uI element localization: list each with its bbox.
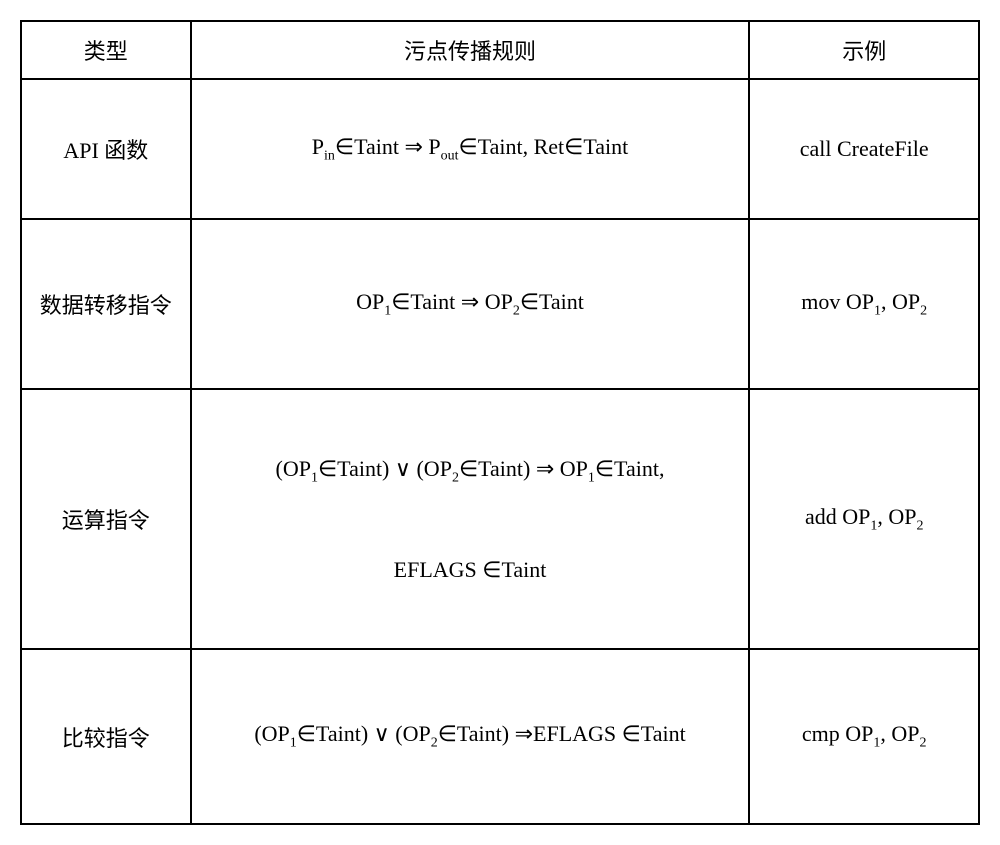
cell-rule: (OP1∈Taint) ∨ (OP2∈Taint) ⇒EFLAGS ∈Taint (191, 649, 750, 824)
cell-type: 比较指令 (21, 649, 191, 824)
rule-line: (OP1∈Taint) ∨ (OP2∈Taint) ⇒ OP1∈Taint, (200, 451, 741, 490)
cell-example: cmp OP1, OP2 (749, 649, 979, 824)
cell-type: 运算指令 (21, 389, 191, 649)
rule-line: EFLAGS ∈Taint (200, 552, 741, 587)
header-rule: 污点传播规则 (191, 21, 750, 79)
cell-type: 数据转移指令 (21, 219, 191, 389)
table-row: 运算指令 (OP1∈Taint) ∨ (OP2∈Taint) ⇒ OP1∈Tai… (21, 389, 979, 649)
header-row: 类型 污点传播规则 示例 (21, 21, 979, 79)
cell-example: add OP1, OP2 (749, 389, 979, 649)
cell-rule: Pin∈Taint ⇒ Pout∈Taint, Ret∈Taint (191, 79, 750, 219)
header-example: 示例 (749, 21, 979, 79)
taint-rules-table: 类型 污点传播规则 示例 API 函数 Pin∈Taint ⇒ Pout∈Tai… (20, 20, 980, 825)
table-row: 比较指令 (OP1∈Taint) ∨ (OP2∈Taint) ⇒EFLAGS ∈… (21, 649, 979, 824)
table-row: API 函数 Pin∈Taint ⇒ Pout∈Taint, Ret∈Taint… (21, 79, 979, 219)
cell-type: API 函数 (21, 79, 191, 219)
cell-rule: (OP1∈Taint) ∨ (OP2∈Taint) ⇒ OP1∈Taint, E… (191, 389, 750, 649)
table-row: 数据转移指令 OP1∈Taint ⇒ OP2∈Taint mov OP1, OP… (21, 219, 979, 389)
header-type: 类型 (21, 21, 191, 79)
cell-rule: OP1∈Taint ⇒ OP2∈Taint (191, 219, 750, 389)
cell-example: call CreateFile (749, 79, 979, 219)
cell-example: mov OP1, OP2 (749, 219, 979, 389)
